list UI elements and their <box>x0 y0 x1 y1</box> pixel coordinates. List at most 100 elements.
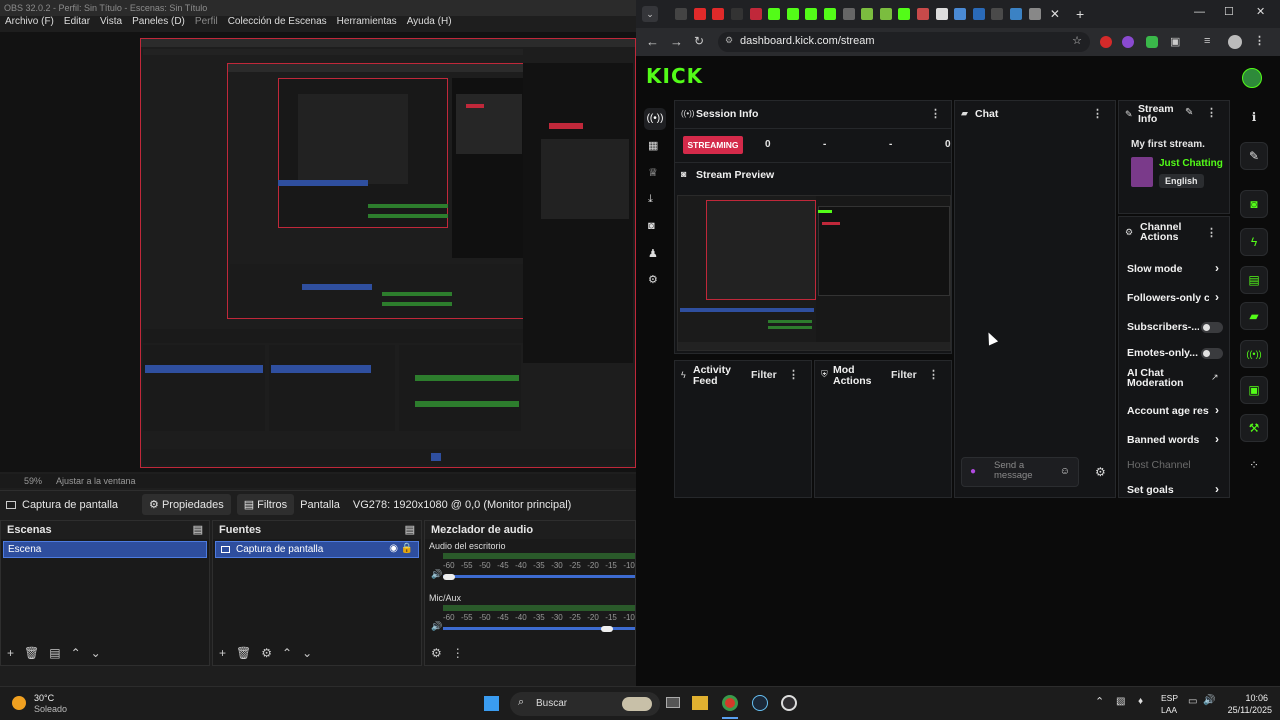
menu-coleccion[interactable]: Colección de Escenas <box>228 16 327 32</box>
taskbar-search[interactable]: ⌕ Buscar <box>510 692 660 716</box>
microphone-tray-icon[interactable]: ♦ <box>1138 696 1143 707</box>
kick-logo[interactable]: KICK <box>646 64 703 88</box>
mod-filter-button[interactable]: Filter <box>891 369 917 381</box>
extension-icon[interactable] <box>1122 36 1134 48</box>
slow-mode-item[interactable]: Slow mode <box>1127 263 1203 275</box>
kick-tab-icon[interactable] <box>786 8 799 20</box>
clock-time[interactable]: 10:06 <box>1222 693 1268 703</box>
lightning-icon[interactable]: ϟ <box>1240 228 1268 256</box>
steam-icon[interactable] <box>752 695 768 711</box>
edit-pencil-icon[interactable]: ✎ <box>1185 107 1193 118</box>
menu-paneles[interactable]: Paneles (D) <box>132 16 185 32</box>
ai-moderation-item[interactable]: AI Chat Moderation <box>1127 368 1193 388</box>
back-icon[interactable]: ← <box>646 34 659 49</box>
chevron-right-icon[interactable]: › <box>1215 432 1219 446</box>
x-icon[interactable] <box>731 8 744 20</box>
nav-download-icon[interactable]: ⤓ <box>648 193 653 206</box>
source-item[interactable]: Captura de pantalla ◉ 🔒 <box>215 541 419 558</box>
subscribers-toggle[interactable] <box>1201 322 1223 333</box>
nav-settings-icon[interactable]: ⚙ <box>648 273 658 286</box>
kick-tab-icon[interactable] <box>898 8 911 20</box>
youtube-icon[interactable] <box>712 8 725 20</box>
tab-icon[interactable] <box>917 8 930 20</box>
volume-slider[interactable] <box>443 575 635 578</box>
weather-icon[interactable] <box>12 696 26 710</box>
lock-icon[interactable]: 🔒 <box>401 543 413 554</box>
tab-icon[interactable] <box>972 8 985 20</box>
tab-icon[interactable] <box>861 8 874 20</box>
tab-icon[interactable] <box>1028 8 1041 20</box>
volume-knob[interactable] <box>443 574 455 580</box>
followers-only-item[interactable]: Followers-only ch <box>1127 292 1209 304</box>
filter-icon[interactable]: ▤ <box>49 646 60 660</box>
extensions-puzzle-icon[interactable]: ▣ <box>1170 35 1180 48</box>
add-icon[interactable]: + <box>7 646 14 660</box>
chrome-icon[interactable] <box>722 695 738 711</box>
site-info-icon[interactable]: ⚙ <box>725 35 733 46</box>
speaker-icon[interactable]: 🔊 <box>431 621 442 632</box>
menu-kebab-icon[interactable]: ⋮ <box>1254 34 1265 47</box>
bookmark-star-icon[interactable]: ☆ <box>1072 34 1082 47</box>
extension-icon[interactable] <box>1100 36 1112 48</box>
category-link[interactable]: Just Chatting <box>1159 158 1223 169</box>
language-code[interactable]: ESP <box>1161 693 1178 703</box>
youtube-icon[interactable] <box>693 8 706 20</box>
tab-icon[interactable] <box>749 8 762 20</box>
banned-words-item[interactable]: Banned words <box>1127 434 1203 446</box>
display-icon[interactable]: ▭ <box>1188 696 1197 707</box>
chat-input[interactable]: ● Send a message ☺ <box>961 457 1079 487</box>
tab-icon[interactable] <box>991 8 1004 20</box>
dock-menu-icon[interactable]: ▤ <box>193 523 203 536</box>
task-view-icon[interactable] <box>666 697 680 708</box>
file-explorer-icon[interactable] <box>692 696 708 710</box>
close-window-icon[interactable]: ✕ <box>1256 5 1265 18</box>
chevron-right-icon[interactable]: › <box>1215 403 1219 417</box>
kick-tab-icon[interactable] <box>824 8 837 20</box>
external-link-icon[interactable]: ↗ <box>1211 372 1219 383</box>
microphone-icon[interactable]: ● <box>970 466 976 477</box>
tray-chevron-icon[interactable]: ⌃ <box>1095 695 1104 708</box>
chevron-up-icon[interactable]: ⌃ <box>71 646 81 660</box>
nav-dashboard-icon[interactable]: ▦ <box>648 139 658 152</box>
broadcast-icon[interactable]: ((•)) <box>1240 340 1268 368</box>
emotes-toggle[interactable] <box>1201 348 1223 359</box>
emoji-icon[interactable]: ☺ <box>1060 466 1070 477</box>
settings-icon[interactable]: ⚙ <box>431 646 442 660</box>
volume-knob[interactable] <box>601 626 614 632</box>
tab-icon[interactable] <box>954 8 967 20</box>
chevron-up-icon[interactable]: ⌃ <box>282 646 292 660</box>
kick-tab-icon[interactable] <box>805 8 818 20</box>
menu-vista[interactable]: Vista <box>100 16 122 32</box>
tab-icon[interactable] <box>1009 8 1022 20</box>
eye-icon[interactable]: ◉ <box>389 543 398 554</box>
address-bar[interactable]: ⚙ dashboard.kick.com/stream ☆ <box>718 32 1090 52</box>
extension-icon[interactable] <box>1146 36 1158 48</box>
filters-button[interactable]: ▤ Filtros <box>236 494 295 515</box>
chevron-down-icon[interactable]: ⌄ <box>91 646 101 660</box>
layout-icon[interactable]: ▣ <box>1240 376 1268 404</box>
apps-icon[interactable]: ⁘ <box>1240 452 1268 480</box>
speaker-icon[interactable]: 🔊 <box>431 569 442 580</box>
maximize-icon[interactable]: ☐ <box>1224 5 1234 18</box>
close-tab-icon[interactable]: ✕ <box>1050 7 1060 21</box>
more-icon[interactable]: ⋮ <box>788 368 799 381</box>
language-tag[interactable]: English <box>1159 174 1204 188</box>
wrench-icon[interactable]: ⚒ <box>1240 414 1268 442</box>
more-icon[interactable]: ⋮ <box>1206 106 1217 119</box>
chevron-down-icon[interactable]: ⌄ <box>302 646 312 660</box>
trash-icon[interactable]: 🗑 <box>236 646 251 660</box>
trash-icon[interactable]: 🗑 <box>24 646 39 660</box>
tab-icon[interactable] <box>935 8 948 20</box>
info-icon[interactable]: ℹ <box>1240 104 1268 132</box>
camera-icon[interactable]: ◙ <box>1240 190 1268 218</box>
user-avatar[interactable] <box>1242 68 1262 88</box>
minimize-icon[interactable]: — <box>1194 6 1205 18</box>
menu-ayuda[interactable]: Ayuda (H) <box>407 16 452 32</box>
tab-icon[interactable] <box>675 8 688 20</box>
nav-camera-icon[interactable]: ◙ <box>648 220 655 232</box>
fit-label[interactable]: Ajustar a la ventana <box>56 476 136 488</box>
menu-herramientas[interactable]: Herramientas <box>337 16 397 32</box>
tab-search-icon[interactable]: ⌄ <box>642 6 658 22</box>
tab-icon[interactable] <box>842 8 855 20</box>
chat-icon[interactable]: ▰ <box>1240 302 1268 330</box>
